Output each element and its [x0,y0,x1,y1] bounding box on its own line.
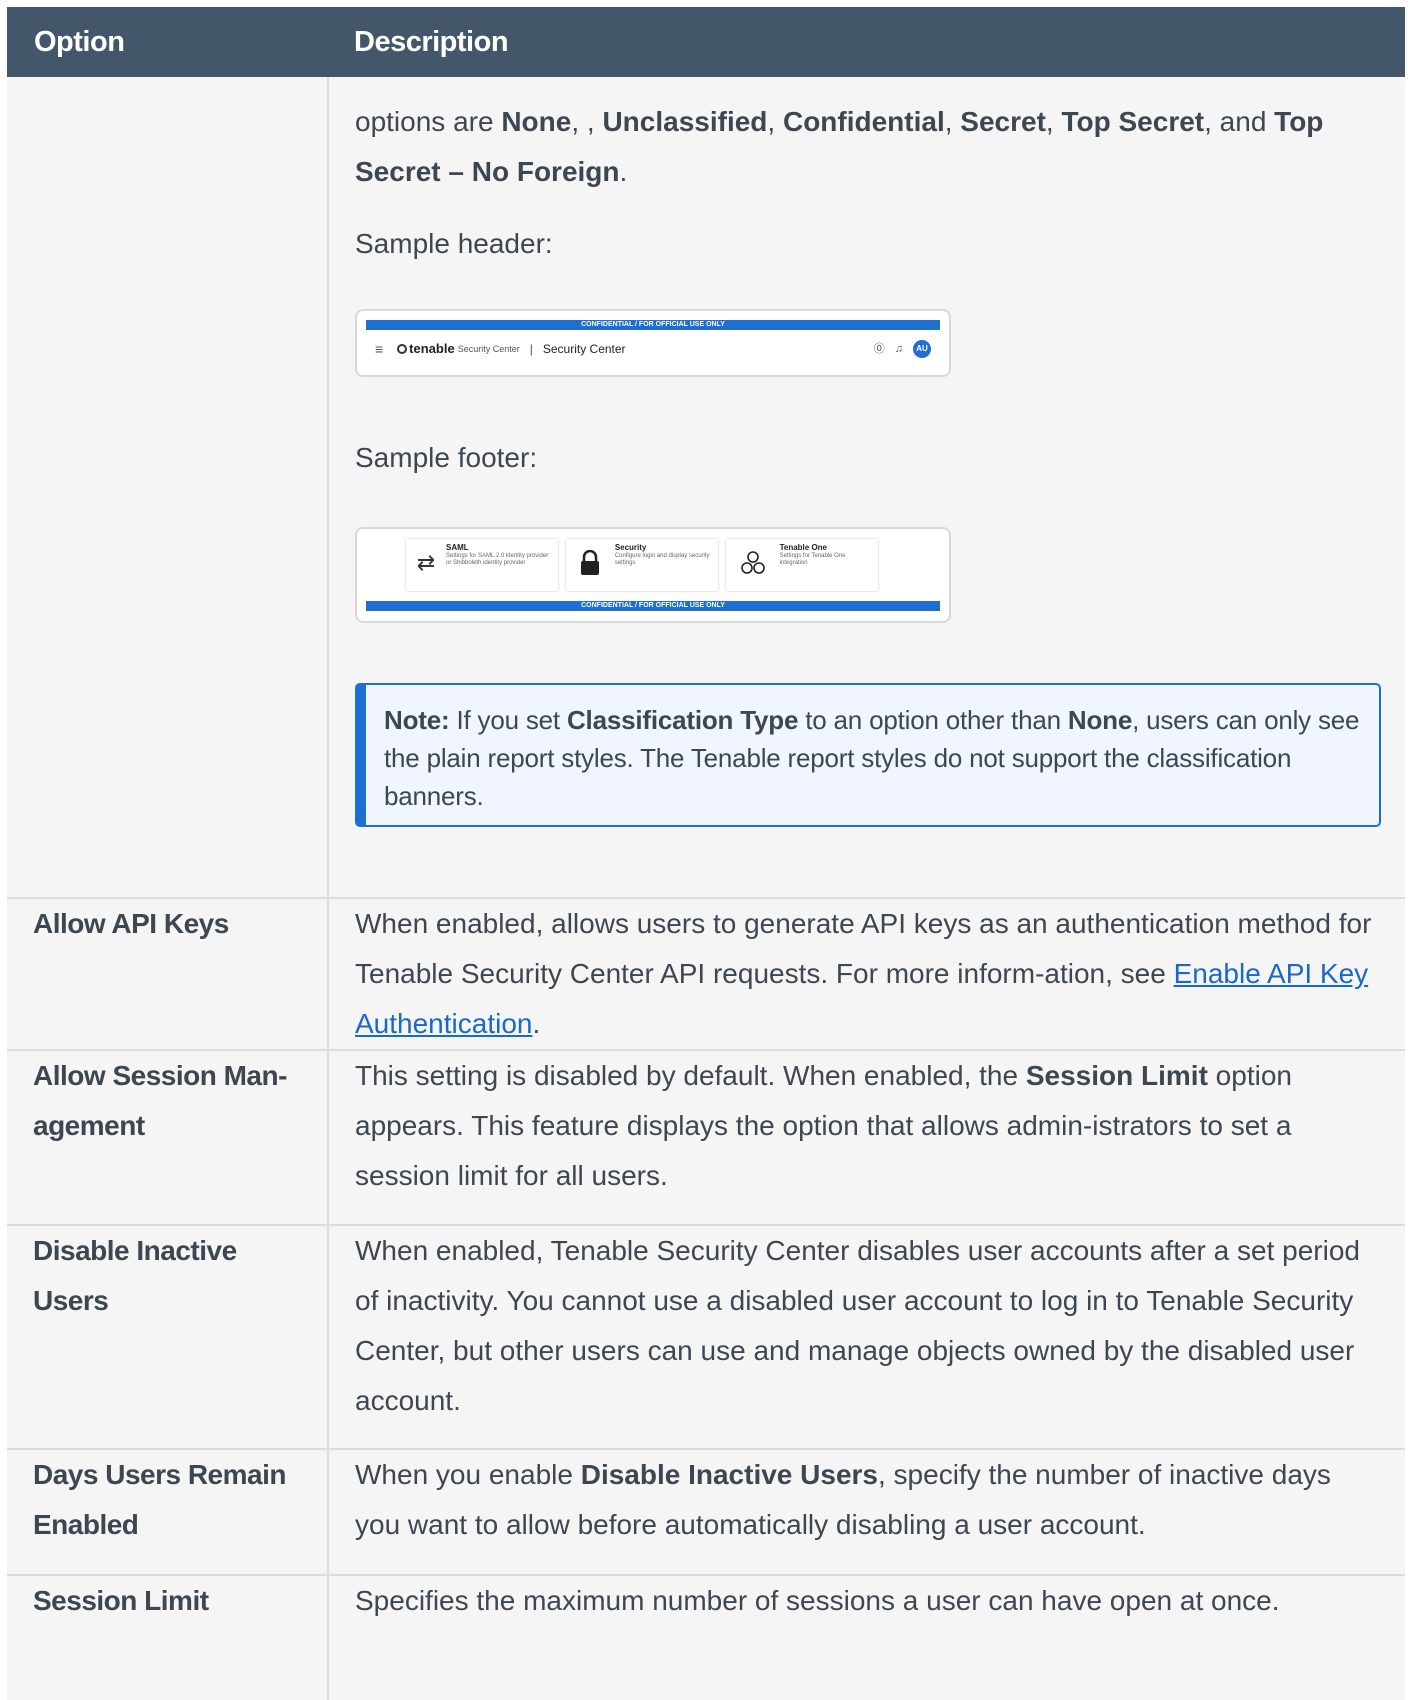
table-row: Allow API Keys When enabled, allows user… [7,897,1405,1050]
note-label: Note: [384,705,450,735]
lock-icon [576,543,605,589]
description-cell: This setting is disabled by default. Whe… [328,1049,1405,1225]
option-cell: Days Users Remain Enabled [7,1448,329,1575]
help-icon: ⓪ [873,343,885,355]
classification-banner: CONFIDENTIAL / FOR OFFICIAL USE ONLY [366,320,940,330]
tenable-one-icon [736,543,770,589]
logo-separator: | [529,342,533,356]
sample-header-label: Sample header: [355,228,553,259]
avatar: AU [913,340,931,358]
tenable-logo-icon [397,344,408,354]
option-cell [7,77,329,898]
settings-table: Option Description options are None, , U… [7,7,1405,1700]
table-row: options are None, , Unclassified, Confid… [7,77,1405,898]
menu-icon: ≡ [375,341,384,357]
sample-footer-image: ⇄ SAML Settings for SAML 2.0 identity pr… [355,527,951,623]
description-cell: When you enable Disable Inactive Users, … [328,1448,1405,1575]
description-cell: When enabled, Tenable Security Center di… [328,1224,1405,1449]
header-icons: ⓪ ♫ AU [874,337,931,361]
option-cell: Session Limit [7,1574,329,1700]
tenable-one-card: Tenable One Settings for Tenable One int… [726,539,878,591]
description-cell: options are None, , Unclassified, Confid… [328,77,1405,898]
table-row: Days Users Remain Enabled When you enabl… [7,1448,1405,1575]
sample-header-image: CONFIDENTIAL / FOR OFFICIAL USE ONLY ≡ t… [355,309,951,377]
header-description: Description [328,7,1405,77]
description-cell: When enabled, allows users to generate A… [328,897,1405,1050]
note-box: Note: If you set Classification Type to … [355,683,1381,827]
app-title: Security Center [542,342,626,356]
option-cell: Allow API Keys [7,897,329,1050]
table-row: Allow Session Man-agement This setting i… [7,1049,1405,1225]
sample-footer-label: Sample footer: [355,442,538,473]
header-option: Option [7,7,328,77]
table-row: Disable Inactive Users When enabled, Ten… [7,1224,1405,1449]
description-cell: Specifies the maximum number of sessions… [328,1574,1405,1700]
arrows-icon: ⇄ [416,550,436,575]
classification-options-text: options are None, , Unclassified, Confid… [355,106,1324,187]
logo-subtext: Security Center [457,344,520,354]
sample-app-header: ≡ tenable Security Center | Security Cen… [375,337,931,361]
table-header-row: Option Description [7,7,1405,77]
option-cell: Disable Inactive Users [7,1224,329,1449]
bell-icon: ♫ [894,343,903,355]
settings-cards: ⇄ SAML Settings for SAML 2.0 identity pr… [366,539,940,591]
security-card: Security Configure login and display sec… [566,539,718,591]
classification-banner: CONFIDENTIAL / FOR OFFICIAL USE ONLY [366,601,940,611]
table-row: Session Limit Specifies the maximum numb… [7,1574,1405,1700]
saml-card: ⇄ SAML Settings for SAML 2.0 identity pr… [406,539,558,591]
logo-text: tenable [409,341,455,356]
option-cell: Allow Session Man-agement [7,1049,329,1225]
